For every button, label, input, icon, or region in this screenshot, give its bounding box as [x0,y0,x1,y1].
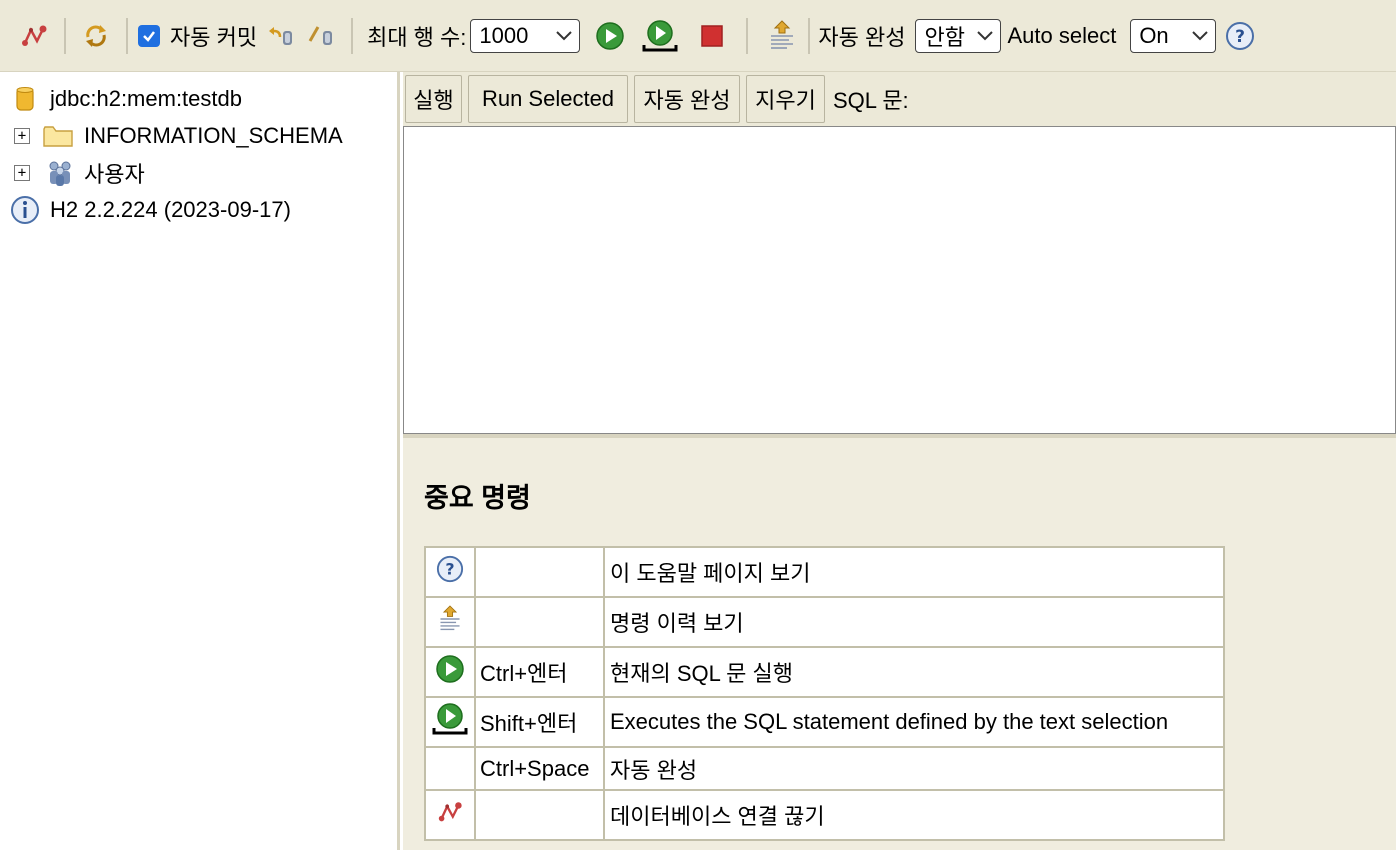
empty-icon-cell [424,746,476,791]
table-row: Ctrl+Space 자동 완성 [424,746,1225,791]
tree-users[interactable]: + 사용자 [14,156,145,190]
query-panel: 실행 Run Selected 자동 완성 지우기 SQL 문: 중요 명령 ?… [403,72,1396,850]
toolbar-divider [64,17,66,54]
database-icon [16,87,34,111]
toolbar-divider [126,17,128,54]
run-selected-icon [424,696,476,748]
description-cell: 이 도움말 페이지 보기 [603,546,1225,598]
description-cell: 자동 완성 [603,746,1225,791]
run-button[interactable]: 실행 [405,75,462,123]
disconnect-icon [424,789,476,841]
sql-statement-label: SQL 문: [833,88,909,113]
run-selected-icon[interactable] [640,16,680,56]
tree-version: H2 2.2.224 (2023-09-17) [10,193,291,227]
description-cell: Executes the SQL statement defined by th… [603,696,1225,748]
expand-toggle[interactable]: + [14,165,30,181]
shortcut-cell [474,789,605,841]
description-cell: 현재의 SQL 문 실행 [603,646,1225,698]
table-row: Shift+엔터 Executes the SQL statement defi… [424,696,1225,748]
autocomplete-select[interactable]: 안함 [915,18,1002,53]
autoselect-value: On [1139,22,1169,48]
toolbar-divider [808,17,811,54]
max-rows-select[interactable]: 1000 [470,18,581,53]
toolbar: 자동 커밋 최대 행 수: 1000 자동 완성 안함 Auto select … [0,0,1396,72]
shortcut-cell [474,546,605,598]
schema-name: INFORMATION_SCHEMA [84,123,343,148]
autocomplete-value: 안함 [924,24,965,50]
svg-text:?: ? [445,560,454,579]
autoselect-label: Auto select [1007,22,1117,48]
result-area: 중요 명령 ? 이 도움말 페이지 보기 명령 이력 보기 Ctrl+엔터 현재… [403,438,1396,850]
table-row: 데이터베이스 연결 끊기 [424,789,1225,841]
chevron-down-icon [556,30,573,40]
autocommit-checkbox[interactable] [138,24,160,47]
tree-connection[interactable]: jdbc:h2:mem:testdb [14,82,242,116]
autoselect-select[interactable]: On [1130,18,1217,53]
tree-schema[interactable]: + INFORMATION_SCHEMA [14,119,343,153]
table-row: Ctrl+엔터 현재의 SQL 문 실행 [424,646,1225,698]
autocomplete-button[interactable]: 자동 완성 [634,75,740,123]
run-icon [424,646,476,698]
toolbar-divider [351,17,354,54]
shortcut-cell: Shift+엔터 [474,696,605,748]
folder-icon [43,126,73,147]
autocommit-label: 자동 커밋 [170,24,258,50]
svg-text:?: ? [1235,27,1245,47]
toolbar-divider [746,17,749,54]
description-cell: 데이터베이스 연결 끊기 [603,789,1225,841]
table-row: ? 이 도움말 페이지 보기 [424,546,1225,598]
run-selected-button[interactable]: Run Selected [468,75,628,123]
stop-icon[interactable] [692,16,732,56]
max-rows-value: 1000 [479,22,529,48]
info-icon [11,196,39,224]
autocomplete-label: 자동 완성 [818,24,906,50]
history-icon [424,596,476,648]
connection-url: jdbc:h2:mem:testdb [50,86,242,111]
run-icon[interactable] [590,16,630,56]
history-icon[interactable] [762,16,802,56]
shortcut-cell: Ctrl+Space [474,746,605,791]
chevron-down-icon [1192,30,1209,40]
expand-toggle[interactable]: + [14,128,30,144]
object-tree: jdbc:h2:mem:testdb + INFORMATION_SCHEMA … [0,72,400,850]
help-table: ? 이 도움말 페이지 보기 명령 이력 보기 Ctrl+엔터 현재의 SQL … [424,546,1225,841]
rollback-icon[interactable] [261,16,301,56]
description-cell: 명령 이력 보기 [603,596,1225,648]
refresh-icon[interactable] [76,16,116,56]
help-title: 중요 명령 [424,483,531,513]
chevron-down-icon [977,30,994,40]
shortcut-cell: Ctrl+엔터 [474,646,605,698]
users-label: 사용자 [84,162,145,187]
max-rows-label: 최대 행 수: [367,24,467,50]
table-row: 명령 이력 보기 [424,596,1225,648]
help-icon: ? [424,546,476,598]
disconnect-icon[interactable] [14,16,54,56]
shortcut-cell [474,596,605,648]
sql-input[interactable] [403,126,1396,434]
users-icon [49,161,71,186]
help-icon[interactable]: ? [1220,16,1260,56]
clear-button[interactable]: 지우기 [746,75,825,123]
commit-icon[interactable] [301,16,341,56]
command-bar: 실행 Run Selected 자동 완성 지우기 SQL 문: [403,72,1396,126]
version-label: H2 2.2.224 (2023-09-17) [50,197,291,222]
